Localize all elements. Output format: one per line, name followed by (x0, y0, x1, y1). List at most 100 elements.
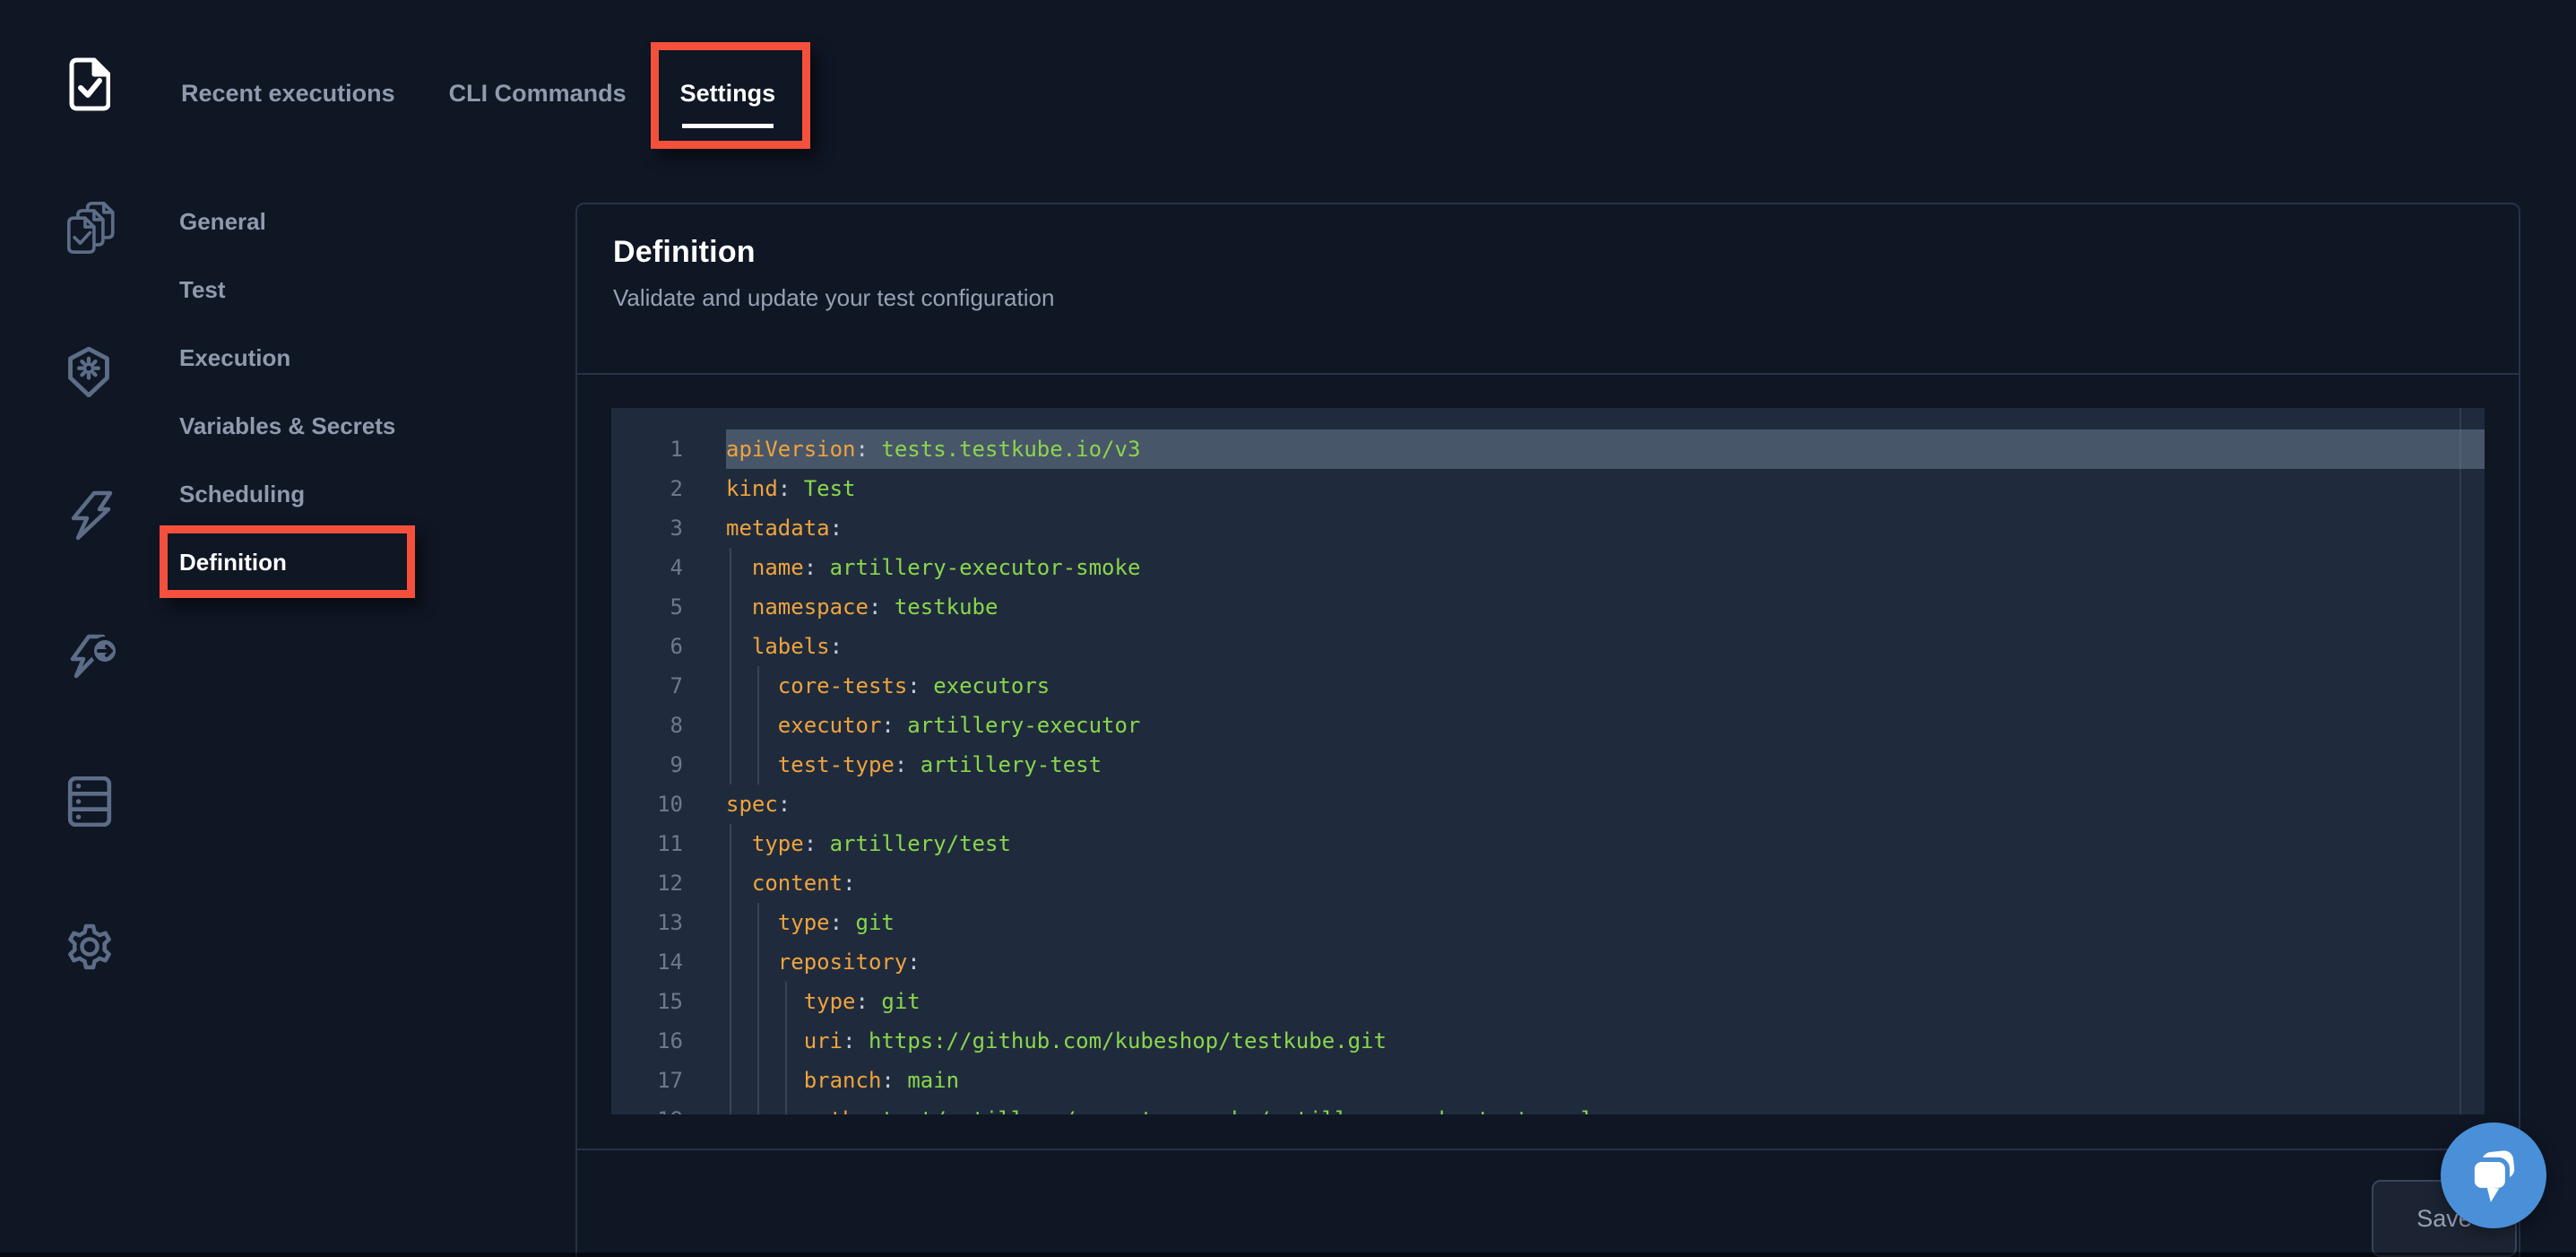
line-number: 5 (611, 587, 683, 627)
indent-guide (730, 548, 731, 785)
gutter-gap (683, 469, 726, 508)
subnav-item[interactable]: Test (179, 256, 395, 324)
line-number: 13 (611, 903, 683, 942)
chat-widget-button[interactable] (2441, 1123, 2546, 1228)
indent-guide (757, 666, 759, 785)
indent-guide (757, 903, 759, 1114)
code-line[interactable]: 10 spec: (611, 785, 2485, 824)
gutter-gap (683, 706, 726, 745)
code-text: labels: (726, 627, 2485, 666)
code-line[interactable]: 1 apiVersion: tests.testkube.io/v3 (611, 429, 2485, 469)
gutter-gap (683, 508, 726, 548)
indent-guide (785, 982, 787, 1114)
code-text: spec: (726, 785, 2485, 824)
tab-label: Recent executions (181, 80, 395, 107)
code-text: path: test/artillery/executor-smoke/arti… (726, 1100, 2485, 1114)
line-number: 2 (611, 469, 683, 508)
code-text: content: (726, 863, 2485, 903)
code-line[interactable]: 7 core-tests: executors (611, 666, 2485, 706)
code-line[interactable]: 17 branch: main (611, 1061, 2485, 1100)
line-number: 15 (611, 982, 683, 1021)
gutter-gap (683, 982, 726, 1021)
subnav-item[interactable]: General (179, 187, 395, 256)
code-text: test-type: artillery-test (726, 745, 2485, 785)
code-line[interactable]: 9 test-type: artillery-test (611, 745, 2485, 785)
gutter-gap (683, 1061, 726, 1100)
subnav-item[interactable]: Variables & Secrets (179, 392, 395, 460)
page-title: Definition (613, 235, 2483, 270)
gutter-gap (683, 785, 726, 824)
tests-icon (67, 199, 119, 256)
code-text: type: artillery/test (726, 824, 2485, 863)
line-number: 3 (611, 508, 683, 548)
sidebar-item-settings[interactable] (67, 923, 112, 975)
subnav-item-label: Execution (179, 344, 290, 372)
top-tab[interactable]: CLI Commands (449, 75, 627, 111)
page-subtitle: Validate and update your test configurat… (613, 284, 2483, 312)
gutter-gap (683, 1021, 726, 1061)
subnav-item[interactable]: Scheduling (179, 460, 395, 528)
panel-footer: Save (575, 1150, 2520, 1257)
yaml-editor[interactable]: 1 apiVersion: tests.testkube.io/v3 2 kin… (611, 408, 2485, 1114)
subnav-item[interactable]: Execution (179, 324, 395, 392)
code-line[interactable]: 8 executor: artillery-executor (611, 706, 2485, 745)
subnav-item-label: Scheduling (179, 481, 305, 508)
sidebar-item-executors[interactable] (67, 347, 110, 402)
triggers-icon (67, 490, 114, 542)
code-line[interactable]: 5 namespace: testkube (611, 587, 2485, 627)
sources-icon (67, 776, 112, 827)
line-number: 7 (611, 666, 683, 706)
gutter-gap (683, 1100, 726, 1114)
line-number: 8 (611, 706, 683, 745)
code-text: type: git (726, 903, 2485, 942)
code-text: apiVersion: tests.testkube.io/v3 (726, 429, 2485, 469)
line-number: 16 (611, 1021, 683, 1061)
sidebar-item-sources[interactable] (67, 776, 112, 831)
subnav-item-label: Test (179, 276, 226, 304)
line-number: 9 (611, 745, 683, 785)
subnav-item[interactable]: Definition (179, 528, 395, 596)
top-tab[interactable]: Recent executions (181, 75, 395, 111)
code-line[interactable]: 4 name: artillery-executor-smoke (611, 548, 2485, 587)
code-line[interactable]: 12 content: (611, 863, 2485, 903)
icon-sidebar (0, 0, 161, 1257)
code-text: kind: Test (726, 469, 2485, 508)
code-line[interactable]: 3 metadata: (611, 508, 2485, 548)
code-line[interactable]: 13 type: git (611, 903, 2485, 942)
gutter-gap (683, 627, 726, 666)
line-number: 14 (611, 942, 683, 982)
code-text: metadata: (726, 508, 2485, 548)
code-line[interactable]: 14 repository: (611, 942, 2485, 982)
line-number: 4 (611, 548, 683, 587)
sidebar-item-tests[interactable] (67, 199, 119, 261)
code-line[interactable]: 15 type: git (611, 982, 2485, 1021)
code-text: executor: artillery-executor (726, 706, 2485, 745)
line-number: 18 (611, 1100, 683, 1114)
line-number: 6 (611, 627, 683, 666)
tab-label: Settings (680, 80, 776, 107)
gutter-gap (683, 666, 726, 706)
code-line[interactable]: 16 uri: https://github.com/kubeshop/test… (611, 1021, 2485, 1061)
executors-icon (67, 347, 110, 397)
code-line[interactable]: 2 kind: Test (611, 469, 2485, 508)
testkube-dashboard: Recent executions CLI Commands Settings (0, 0, 2576, 1257)
code-text: uri: https://github.com/kubeshop/testkub… (726, 1021, 2485, 1061)
top-tab[interactable]: Settings (680, 75, 776, 111)
line-number: 12 (611, 863, 683, 903)
sidebar-item-triggers[interactable] (67, 490, 114, 546)
line-number: 17 (611, 1061, 683, 1100)
code-line[interactable]: 11 type: artillery/test (611, 824, 2485, 863)
settings-icon (67, 923, 112, 970)
code-text: repository: (726, 942, 2485, 982)
line-number: 11 (611, 824, 683, 863)
line-number: 10 (611, 785, 683, 824)
gutter-gap (683, 587, 726, 627)
code-line[interactable]: 18 path: test/artillery/executor-smoke/a… (611, 1100, 2485, 1114)
indent-guide (730, 824, 731, 1114)
scrollbar-track[interactable] (2459, 408, 2461, 1114)
panel-header: Definition Validate and update your test… (577, 204, 2519, 375)
code-line[interactable]: 6 labels: (611, 627, 2485, 666)
code-text: type: git (726, 982, 2485, 1021)
chat-bubbles-icon (2464, 1146, 2523, 1205)
sidebar-item-webhooks[interactable] (67, 633, 121, 691)
